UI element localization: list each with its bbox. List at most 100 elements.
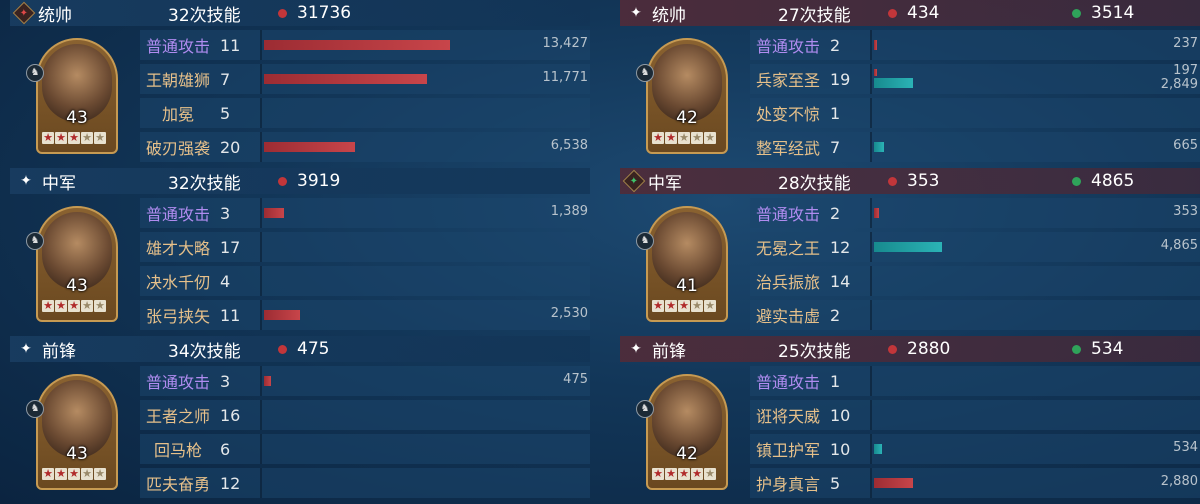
general-header: ✦ 前锋 34次技能 475 [10,336,590,362]
damage-value: 2,880 [1160,474,1198,489]
skill-row[interactable]: 护身真言 5 2,880 [750,468,1200,498]
star-icon: ★ [42,299,54,312]
star-icon: ★ [704,467,716,480]
skill-bars: 1,389 [264,201,590,225]
skill-divider [260,266,262,296]
damage-total: 2880 [888,339,950,359]
skill-row[interactable]: 雄才大略 17 [140,232,590,262]
general-header: ✦ 中军 32次技能 3919 [10,168,590,194]
skill-name: 普通攻击 [145,205,210,224]
skill-bars: 11,771 [264,67,590,91]
skill-row[interactable]: 普通攻击 2 353 [750,198,1200,228]
skill-name: 破刃强袭 [145,139,210,158]
damage-total: 3919 [278,171,340,191]
general-portrait[interactable]: ♞ 43 ★ ★ ★ ★ ★ [26,34,122,158]
general-row[interactable]: ✦ 中军 32次技能 3919 ♞ 43 ★ ★ ★ ★ ★ 普通攻击 3 1,389 雄才大略 17 决水千仞… [10,168,590,336]
troop-type-icon: ♞ [26,64,44,82]
skill-row[interactable]: 兵家至圣 19 197 2,849 [750,63,1200,94]
damage-dot-icon [278,344,287,354]
star-icon: ★ [55,131,67,144]
role-label: ✦ 统帅 [12,1,72,26]
skill-row[interactable]: 无冕之王 12 4,865 [750,232,1200,262]
general-portrait[interactable]: ♞ 42 ★ ★ ★ ★ ★ [636,34,732,158]
heal-bar [874,142,884,152]
general-level: 43 [66,108,88,128]
general-portrait[interactable]: ♞ 41 ★ ★ ★ ★ ★ [636,202,732,326]
damage-total-value: 2880 [907,339,951,359]
star-icon: ★ [691,131,703,144]
heal-value: 534 [1173,440,1198,455]
enemy-team-panel: ✦ 统帅 27次技能 434 3514 ♞ 42 ★ ★ ★ ★ ★ 普通攻击 2 237 兵家至圣 19 197… [620,0,1200,504]
skill-row[interactable]: 普通攻击 3 1,389 [140,198,590,228]
star-icon: ★ [68,467,80,480]
heal-total: 4865 [1072,171,1134,191]
skill-row[interactable]: 普通攻击 11 13,427 [140,30,590,60]
skill-row[interactable]: 回马枪 6 [140,434,590,464]
damage-total-value: 31736 [297,3,352,23]
damage-bar [264,208,284,218]
skill-bars: 13,427 [264,33,590,57]
damage-bar [874,40,878,50]
skill-name: 决水千仞 [145,273,210,292]
star-icon: ★ [678,299,690,312]
skill-row[interactable]: 镇卫护军 10 534 [750,434,1200,464]
damage-total-value: 3919 [297,171,341,191]
skill-name: 普通攻击 [145,37,210,56]
general-row[interactable]: ✦ 前锋 25次技能 2880 534 ♞ 42 ★ ★ ★ ★ ★ 普通攻击 1 诳将天威 10 镇卫护军 10… [620,336,1200,504]
sparkle-icon: ✦ [20,341,32,357]
damage-value: 1,389 [550,204,588,219]
role-badge-icon: ✦ [622,169,646,193]
skill-row[interactable]: 普通攻击 3 475 [140,366,590,396]
skill-name: 加冕 [161,105,194,124]
star-icon: ★ [55,299,67,312]
skill-divider [870,64,872,94]
general-row[interactable]: ✦ 统帅 32次技能 31736 ♞ 43 ★ ★ ★ ★ ★ 普通攻击 11 13,427 王朝雄狮 7 11… [10,0,590,168]
skill-row[interactable]: 整军经武 7 665 [750,132,1200,162]
damage-dot-icon [888,344,897,354]
skill-name: 镇卫护军 [755,441,820,460]
skill-name: 处变不惊 [755,105,820,124]
skill-row[interactable]: 王者之师 16 [140,400,590,430]
general-row[interactable]: ✦ 中军 28次技能 353 4865 ♞ 41 ★ ★ ★ ★ ★ 普通攻击 2 353 无冕之王 12 4,8… [620,168,1200,336]
skill-row[interactable]: 治兵振旅 14 [750,266,1200,296]
skill-row[interactable]: 诳将天威 10 [750,400,1200,430]
skill-cast-count: 28次技能 [778,173,851,194]
skill-divider [260,434,262,464]
skill-count: 16 [220,405,241,425]
damage-bar [264,74,427,84]
skill-row[interactable]: 普通攻击 1 [750,366,1200,396]
skill-name: 王者之师 [145,407,210,426]
skill-row[interactable]: 张弓挟矢 11 2,530 [140,300,590,330]
star-icon: ★ [42,131,54,144]
star-icon: ★ [94,131,106,144]
skill-cast-count: 25次技能 [778,341,851,362]
general-portrait[interactable]: ♞ 42 ★ ★ ★ ★ ★ [636,370,732,494]
skill-row[interactable]: 处变不惊 1 [750,98,1200,128]
general-portrait[interactable]: ♞ 43 ★ ★ ★ ★ ★ [26,202,122,326]
general-row[interactable]: ✦ 前锋 34次技能 475 ♞ 43 ★ ★ ★ ★ ★ 普通攻击 3 475 王者之师 16 回马枪 6 匹夫奋… [10,336,590,504]
heal-bar [874,242,943,252]
skill-row[interactable]: 避实击虚 2 [750,300,1200,330]
skill-count: 12 [220,473,241,493]
skill-row[interactable]: 破刃强袭 20 6,538 [140,132,590,162]
skill-divider [260,366,262,396]
skill-count: 7 [220,69,231,89]
skill-row[interactable]: 加冕 5 [140,98,590,128]
skill-name: 兵家至圣 [755,71,820,90]
skill-divider [870,366,872,396]
skill-row[interactable]: 决水千仞 4 [140,266,590,296]
skill-count: 5 [220,103,231,123]
skill-bars: 197 2,849 [874,63,1200,92]
general-portrait[interactable]: ♞ 43 ★ ★ ★ ★ ★ [26,370,122,494]
skill-name: 回马枪 [153,441,202,460]
sparkle-icon: ✦ [630,341,642,357]
skill-name: 避实击虚 [755,307,820,326]
skill-row[interactable]: 普通攻击 2 237 [750,30,1200,60]
skill-row[interactable]: 匹夫奋勇 12 [140,468,590,498]
general-row[interactable]: ✦ 统帅 27次技能 434 3514 ♞ 42 ★ ★ ★ ★ ★ 普通攻击 2 237 兵家至圣 19 197… [620,0,1200,168]
skill-row[interactable]: 王朝雄狮 7 11,771 [140,64,590,94]
damage-value: 11,771 [542,70,589,85]
skill-count: 11 [220,305,241,325]
damage-total-value: 353 [907,171,940,191]
heal-total: 534 [1072,339,1123,359]
